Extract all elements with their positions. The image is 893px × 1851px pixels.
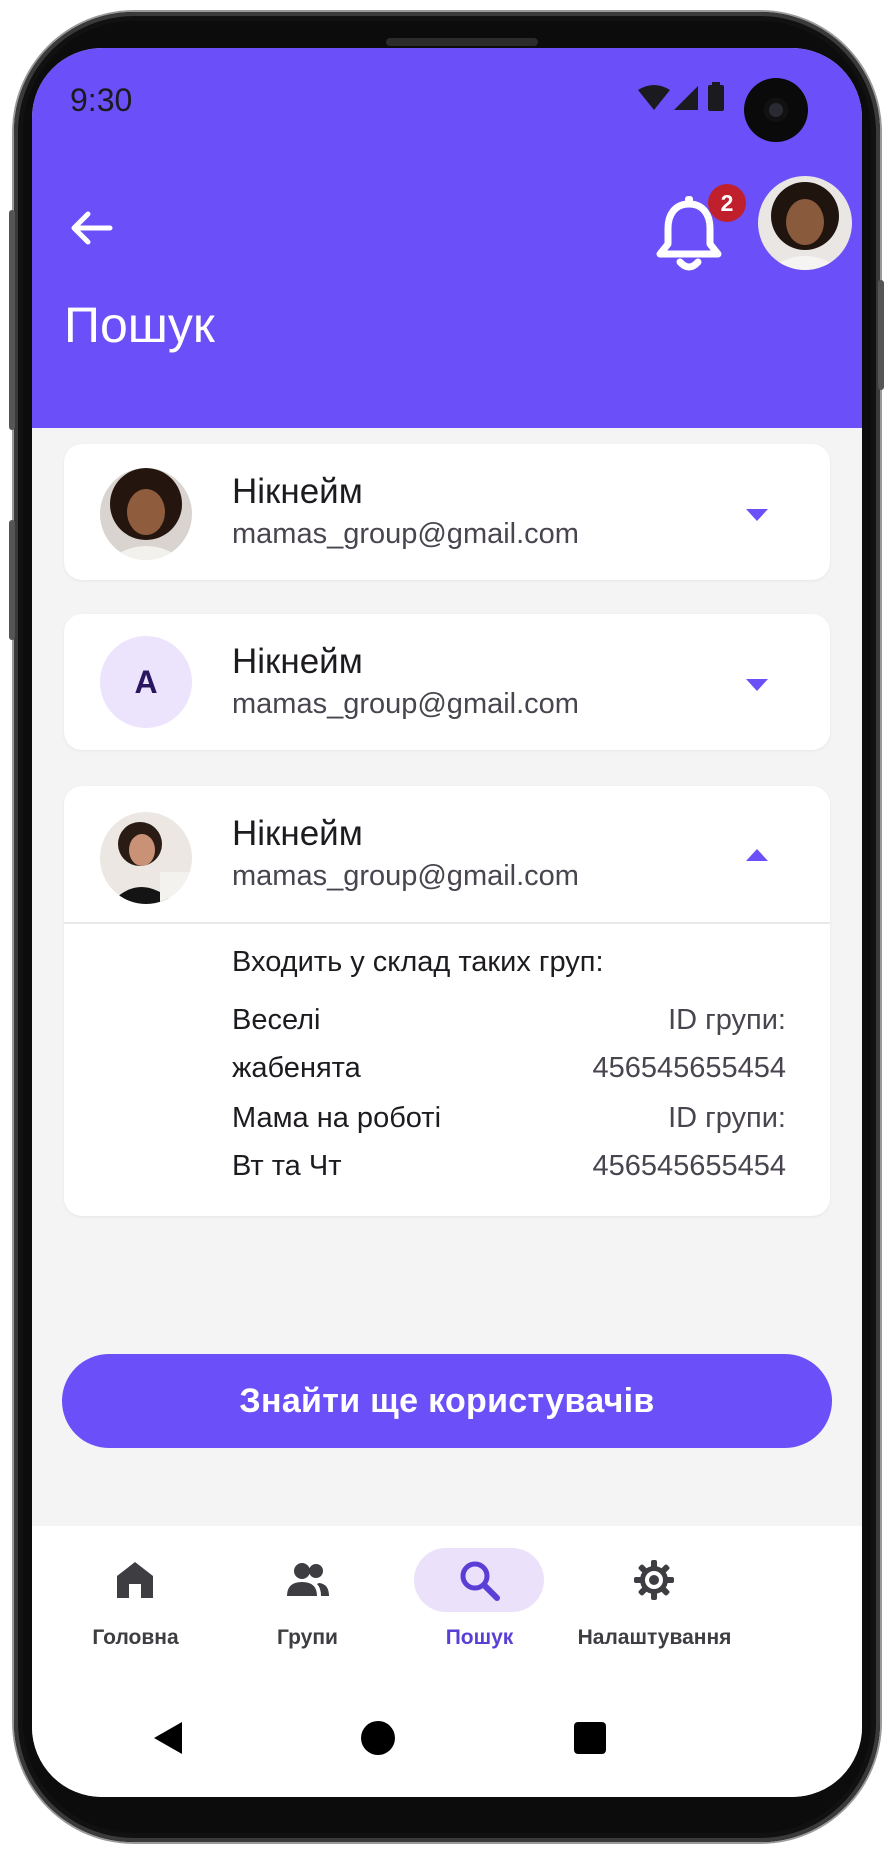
gear-icon bbox=[634, 1560, 674, 1600]
group-id-value: 456545655454 bbox=[592, 1052, 786, 1084]
user-photo bbox=[100, 812, 192, 904]
user-card-header[interactable]: Нікнейм mamas_group@gmail.com bbox=[64, 786, 830, 922]
battery-icon bbox=[708, 82, 724, 111]
user-photo bbox=[100, 468, 192, 560]
status-time: 9:30 bbox=[70, 82, 133, 118]
back-arrow-icon[interactable] bbox=[62, 198, 122, 258]
back-triangle-icon[interactable] bbox=[148, 1718, 188, 1758]
user-nickname: Нікнейм bbox=[232, 472, 363, 511]
group-id: ID групи: 456545655454 bbox=[592, 1094, 786, 1190]
front-camera bbox=[744, 78, 808, 142]
chevron-down-icon[interactable] bbox=[744, 676, 770, 694]
chevron-up-icon[interactable] bbox=[744, 846, 770, 864]
user-card-expanded: Нікнейм mamas_group@gmail.com Входить у … bbox=[64, 786, 830, 1216]
people-icon bbox=[287, 1563, 329, 1596]
user-email: mamas_group@gmail.com bbox=[232, 860, 579, 892]
nav-label: Налаштування bbox=[577, 1626, 732, 1649]
user-avatar bbox=[100, 468, 192, 560]
user-email: mamas_group@gmail.com bbox=[232, 518, 579, 550]
group-name-line: Веселі bbox=[232, 1004, 321, 1036]
user-email: mamas_group@gmail.com bbox=[232, 688, 579, 720]
group-id-label: ID групи: bbox=[668, 1004, 786, 1036]
side-button bbox=[9, 520, 15, 640]
search-icon bbox=[460, 1561, 500, 1601]
group-name: Веселі жабенята bbox=[232, 996, 361, 1092]
nav-item-settings[interactable]: Налаштування bbox=[551, 1526, 758, 1676]
home-circle-icon[interactable] bbox=[358, 1718, 398, 1758]
group-name: Мама на роботі Вт та Чт bbox=[232, 1094, 441, 1190]
user-nickname: Нікнейм bbox=[232, 642, 363, 681]
user-card: A Нікнейм mamas_group@gmail.com bbox=[64, 614, 830, 750]
group-id: ID групи: 456545655454 bbox=[592, 996, 786, 1092]
screen: 9:30 2 Пошук Нікнейм mamas_group@gmail.c… bbox=[32, 48, 862, 1797]
user-nickname: Нікнейм bbox=[232, 814, 363, 853]
group-id-label: ID групи: bbox=[668, 1102, 786, 1134]
notification-badge: 2 bbox=[708, 184, 746, 222]
bottom-navigation: Головна Групи Пошук Налаштування bbox=[32, 1526, 862, 1676]
user-card: Нікнейм mamas_group@gmail.com bbox=[64, 444, 830, 580]
earpiece-speaker bbox=[386, 38, 538, 46]
power-button bbox=[878, 280, 884, 390]
user-avatar-letter: A bbox=[100, 636, 192, 728]
profile-avatar[interactable] bbox=[758, 176, 852, 270]
group-id-value: 456545655454 bbox=[592, 1150, 786, 1182]
group-name-line: жабенята bbox=[232, 1052, 361, 1084]
recents-square-icon[interactable] bbox=[570, 1718, 610, 1758]
group-name-line: Вт та Чт bbox=[232, 1150, 342, 1182]
user-avatar bbox=[100, 812, 192, 904]
home-icon bbox=[117, 1562, 153, 1598]
volume-button bbox=[9, 210, 15, 430]
page-title: Пошук bbox=[64, 297, 215, 353]
system-navigation-bar bbox=[32, 1676, 862, 1797]
divider bbox=[64, 922, 830, 924]
wifi-icon bbox=[638, 85, 670, 110]
cell-signal-icon bbox=[674, 86, 698, 110]
find-more-users-button[interactable]: Знайти ще користувачів bbox=[62, 1354, 832, 1448]
user-card-header[interactable]: A Нікнейм mamas_group@gmail.com bbox=[64, 614, 830, 750]
group-name-line: Мама на роботі bbox=[232, 1102, 442, 1134]
user-card-header[interactable]: Нікнейм mamas_group@gmail.com bbox=[64, 444, 830, 580]
status-icons bbox=[638, 82, 724, 111]
chevron-down-icon[interactable] bbox=[744, 506, 770, 524]
profile-photo bbox=[758, 176, 852, 270]
app-header: 9:30 2 Пошук bbox=[32, 48, 862, 428]
groups-title: Входить у склад таких груп: bbox=[232, 946, 604, 978]
